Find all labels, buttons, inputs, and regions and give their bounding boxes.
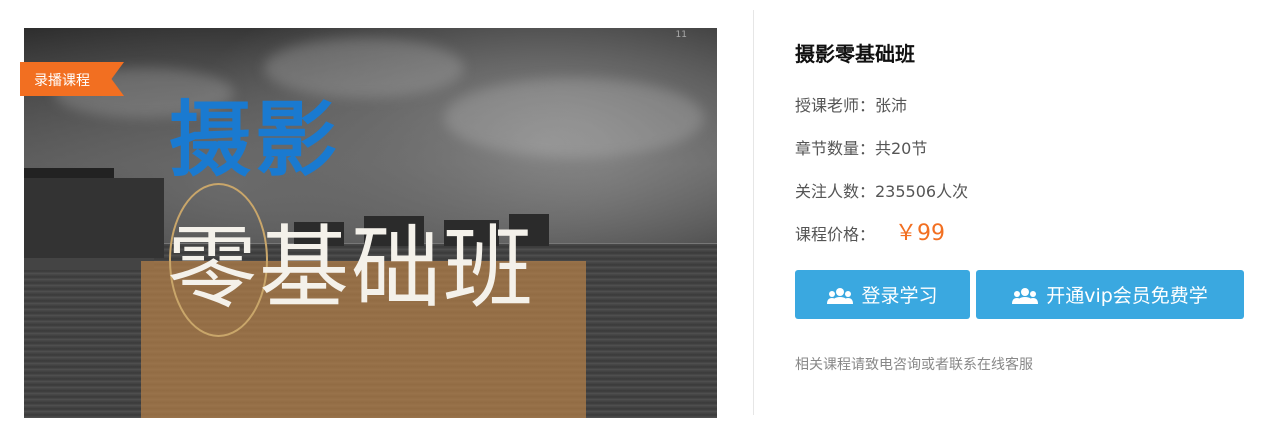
- teacher-info: 授课老师：张沛: [795, 96, 908, 115]
- follower-count: 关注人数：235506人次: [795, 182, 969, 201]
- price-label: 课程价格：: [795, 225, 876, 244]
- recorded-course-badge: 录播课程: [20, 62, 124, 96]
- divider: [753, 10, 754, 415]
- course-price: ￥99: [895, 221, 945, 246]
- cloud: [264, 38, 464, 98]
- course-title: 摄影零基础班: [795, 42, 915, 66]
- pier-roof: [24, 168, 114, 178]
- badge-label: 录播课程: [34, 73, 90, 89]
- cover-headline-bottom: 零基础班: [167, 216, 535, 321]
- course-cover-image[interactable]: 摄影 零基础班 11: [24, 28, 717, 418]
- users-icon: [1012, 287, 1039, 304]
- corner-mark: 11: [675, 30, 687, 40]
- login-study-button[interactable]: 登录学习: [795, 270, 970, 319]
- vip-membership-button[interactable]: 开通vip会员免费学: [976, 270, 1244, 319]
- users-icon: [827, 287, 854, 304]
- chapter-count: 章节数量：共20节: [795, 139, 928, 158]
- contact-note: 相关课程请致电咨询或者联系在线客服: [795, 357, 1033, 373]
- pier-deck: [24, 258, 154, 270]
- pier-house: [24, 178, 164, 258]
- vip-membership-label: 开通vip会员免费学: [1046, 285, 1208, 307]
- cover-headline-top: 摄影: [169, 93, 342, 188]
- login-study-label: 登录学习: [861, 285, 938, 307]
- cloud: [444, 78, 704, 158]
